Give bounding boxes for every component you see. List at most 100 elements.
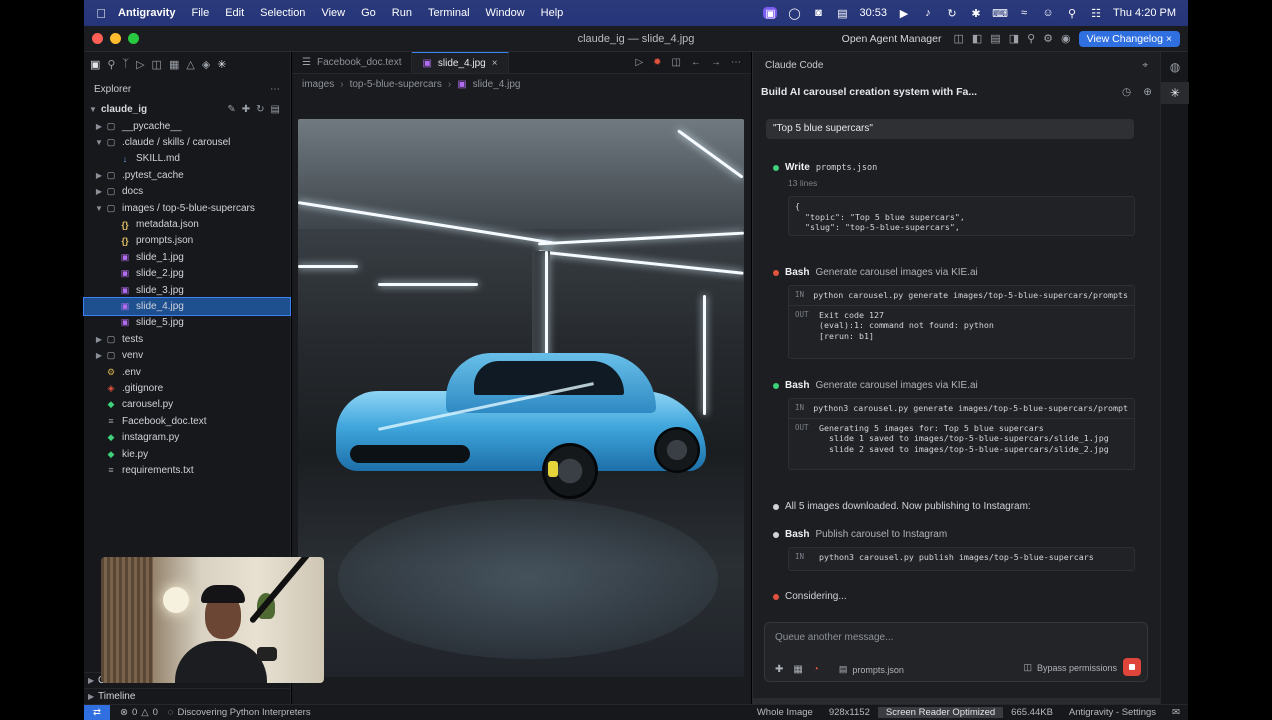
control-center-icon[interactable]: ☷	[1089, 7, 1103, 20]
search-icon[interactable]: ⚲	[1065, 7, 1079, 20]
breadcrumb-item[interactable]: slide_4.jpg	[473, 79, 521, 90]
notifications-icon[interactable]: ✉	[1164, 707, 1188, 718]
clipboard-icon[interactable]: ▤	[835, 7, 849, 20]
menu-terminal[interactable]: Terminal	[428, 7, 470, 19]
tree-file[interactable]: ▣ slide_4.jpg	[83, 297, 291, 316]
workspace-root[interactable]: ▼ claude_ig ✎ ✚ ↻ ▤	[84, 100, 290, 118]
new-folder-icon[interactable]: ✚	[242, 104, 250, 115]
collapse-all-icon[interactable]: ▤	[271, 104, 280, 115]
menu-run[interactable]: Run	[392, 7, 412, 19]
explorer-icon[interactable]: ▣	[90, 58, 100, 71]
bypass-permissions-toggle[interactable]: ◫ Bypass permissions	[1023, 662, 1117, 673]
new-chat-icon[interactable]: ⊕	[1143, 86, 1152, 98]
step-bash-3[interactable]: Bash Publish carousel to Instagram	[773, 529, 947, 540]
account-icon[interactable]: ◉	[1061, 32, 1071, 45]
menu-go[interactable]: Go	[361, 7, 376, 19]
menu-help[interactable]: Help	[541, 7, 564, 19]
image-preview[interactable]	[298, 119, 744, 677]
menu-window[interactable]: Window	[486, 7, 525, 19]
add-context-icon[interactable]: ✚	[775, 664, 783, 675]
secondary-sidebar-toggle-icon[interactable]: ◨	[1009, 32, 1019, 45]
settings-status[interactable]: Antigravity - Settings	[1061, 707, 1164, 718]
go-back-icon[interactable]: ←	[691, 57, 701, 68]
tree-file[interactable]: ◈ .gitignore	[84, 380, 290, 396]
expand-icon[interactable]: ⌖	[1142, 60, 1148, 71]
tab-facebook-doc[interactable]: ☰ Facebook_doc.text	[292, 52, 413, 73]
tree-file[interactable]: ≡ Facebook_doc.text	[84, 413, 290, 429]
menu-edit[interactable]: Edit	[225, 7, 244, 19]
close-window-button[interactable]	[92, 33, 103, 44]
source-control-icon[interactable]: ᛉ	[122, 58, 129, 70]
context-file-chip[interactable]: ▤ prompts.json	[839, 664, 904, 675]
zoom-mode[interactable]: Whole Image	[749, 707, 821, 718]
minimize-window-button[interactable]	[110, 33, 121, 44]
zoom-window-button[interactable]	[128, 33, 139, 44]
tree-file[interactable]: ▣ slide_5.jpg	[84, 315, 290, 331]
timeline-section[interactable]: ▶ Timeline	[84, 688, 290, 704]
search-icon[interactable]: ⚲	[107, 58, 115, 71]
split-editor-icon[interactable]: ◫	[672, 57, 681, 68]
message-composer[interactable]: Queue another message... ✚ ▦ ◔ ▤ prompts…	[764, 622, 1148, 682]
run-icon[interactable]: ▷	[635, 57, 643, 68]
tab-slide-4[interactable]: ▣ slide_4.jpg ×	[412, 52, 509, 73]
go-forward-icon[interactable]: →	[711, 57, 721, 68]
debug-icon[interactable]: ✹	[653, 57, 661, 68]
tree-file[interactable]: ◆ carousel.py	[84, 397, 290, 413]
breadcrumb-item[interactable]: top-5-blue-supercars	[350, 79, 442, 90]
problems-indicator[interactable]: ⊗ 0 △ 0	[120, 707, 158, 718]
tree-folder[interactable]: ▶ ▢ venv	[84, 347, 290, 363]
testing-icon[interactable]: △	[186, 58, 194, 71]
tree-file[interactable]: ↓ SKILL.md	[84, 151, 290, 167]
tree-file[interactable]: ◆ kie.py	[84, 446, 290, 462]
step-bash-2[interactable]: Bash Generate carousel images via KIE.ai	[773, 380, 978, 391]
apple-icon[interactable]: 	[84, 6, 118, 21]
open-agent-manager-button[interactable]: Open Agent Manager	[842, 33, 942, 45]
menu-app-name[interactable]: Antigravity	[118, 7, 175, 19]
background-task[interactable]: ◌ Discovering Python Interpreters	[168, 707, 311, 718]
tree-file[interactable]: ▣ slide_3.jpg	[84, 282, 290, 298]
agent-icon[interactable]: ◍	[1161, 60, 1189, 74]
more-actions-icon[interactable]: ⋯	[731, 57, 741, 68]
tree-folder[interactable]: ▶ ▢ tests	[84, 331, 290, 347]
remote-icon[interactable]: ⇄	[84, 704, 110, 720]
breadcrumb-item[interactable]: images	[302, 79, 334, 90]
user-icon[interactable]: ☺	[1041, 7, 1055, 19]
run-debug-icon[interactable]: ▷	[136, 58, 144, 71]
new-file-icon[interactable]: ✎	[227, 104, 235, 115]
step-bash-1[interactable]: Bash Generate carousel images via KIE.ai	[773, 267, 978, 278]
claude-spark-icon[interactable]: ✳	[1161, 82, 1189, 104]
tree-folder[interactable]: ▶ ▢ docs	[84, 184, 290, 200]
tree-file[interactable]: ≡ requirements.txt	[84, 462, 290, 478]
play-icon[interactable]: ▶	[897, 7, 911, 20]
volume-icon[interactable]: ♪	[921, 7, 935, 19]
screen-reader-mode[interactable]: Screen Reader Optimized	[877, 707, 1004, 718]
more-actions-icon[interactable]: ⋯	[270, 84, 280, 95]
composer-placeholder[interactable]: Queue another message...	[775, 632, 893, 643]
screen-record-icon[interactable]: ▣	[763, 7, 778, 20]
extensions-icon[interactable]: ▦	[169, 58, 179, 71]
search-icon[interactable]: ⚲	[1027, 32, 1035, 45]
tree-file[interactable]: ◆ instagram.py	[84, 429, 290, 445]
stop-button[interactable]	[1123, 658, 1141, 676]
menu-file[interactable]: File	[191, 7, 209, 19]
keyboard-icon[interactable]: ⌨	[992, 7, 1008, 20]
history-icon[interactable]: ↻	[945, 7, 959, 20]
tree-file[interactable]: ⚙ .env	[84, 364, 290, 380]
slash-command-icon[interactable]: ▦	[793, 664, 802, 675]
settings-gear-icon[interactable]: ⚙	[1043, 32, 1053, 45]
wifi-icon[interactable]: ≈	[1017, 7, 1031, 19]
menu-view[interactable]: View	[321, 7, 345, 19]
bluetooth-icon[interactable]: ✱	[969, 7, 983, 20]
clock-text[interactable]: Thu 4:20 PM	[1113, 7, 1176, 19]
camera-icon[interactable]: ◯	[787, 7, 801, 20]
remote-icon[interactable]: ◫	[152, 58, 162, 71]
tree-file[interactable]: ▣ slide_1.jpg	[84, 249, 290, 265]
view-changelog-button[interactable]: View Changelog ×	[1078, 30, 1180, 47]
timer-text[interactable]: 30:53	[859, 7, 887, 19]
tree-file[interactable]: {} prompts.json	[84, 233, 290, 249]
claude-icon[interactable]: ✳	[217, 58, 226, 71]
tree-folder[interactable]: ▶ ▢ __pycache__	[84, 118, 290, 134]
tree-file[interactable]: ▣ slide_2.jpg	[84, 266, 290, 282]
menu-selection[interactable]: Selection	[260, 7, 305, 19]
refresh-icon[interactable]: ↻	[256, 104, 264, 115]
